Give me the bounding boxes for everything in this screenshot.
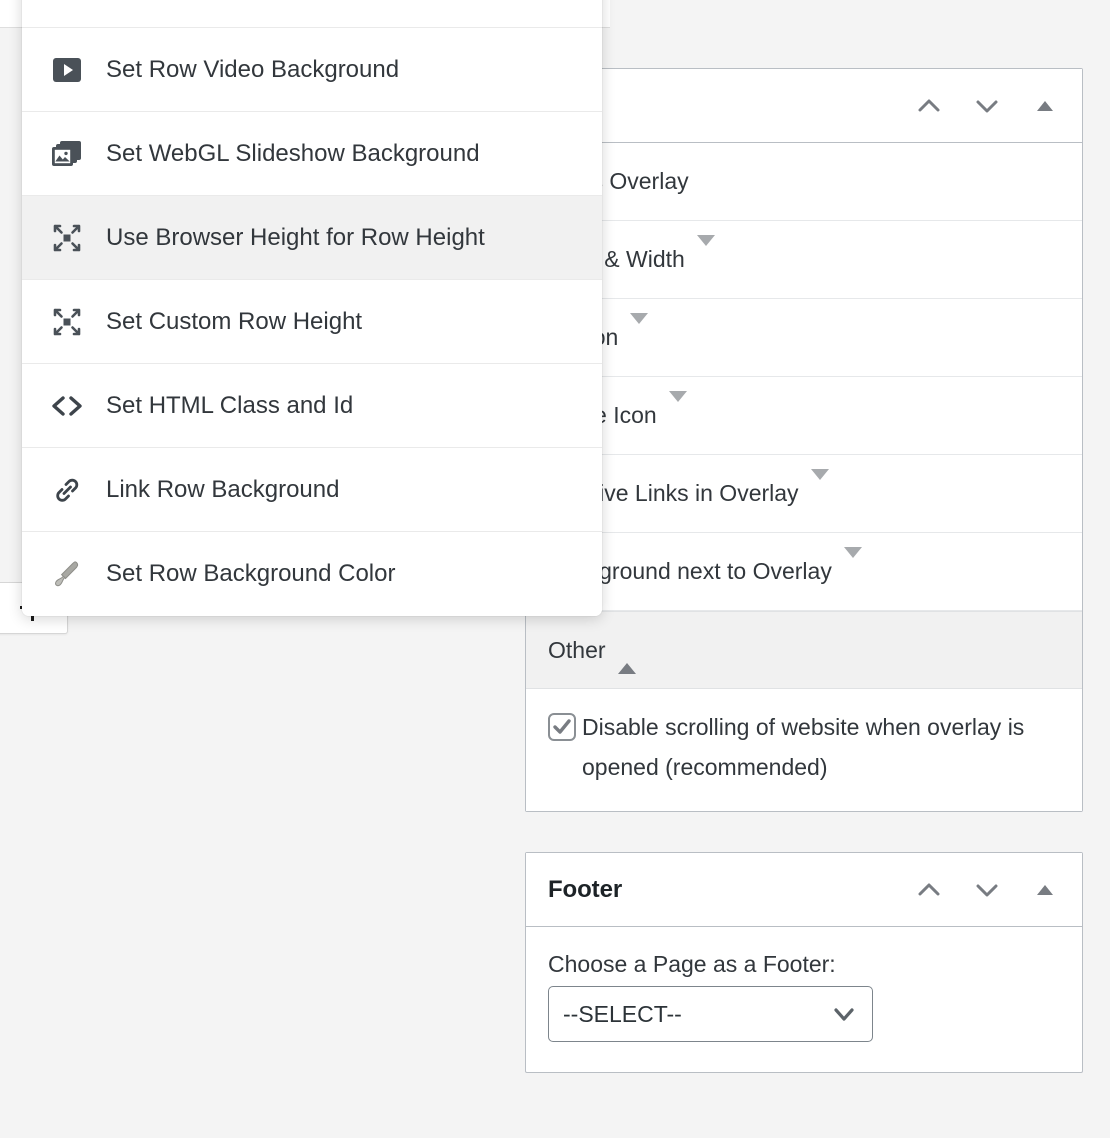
menu-item-set-right-row-image-background[interactable]: Set Right Row Image Background	[22, 0, 602, 28]
footer-panel-header-actions	[914, 875, 1060, 905]
menu-item-label: Set Custom Row Height	[106, 308, 362, 336]
menu-item-label: Set Row Background Color	[106, 560, 395, 588]
collapse-icon[interactable]	[1030, 875, 1060, 905]
disable-scrolling-checkbox[interactable]	[548, 713, 576, 741]
paint-brush-icon	[50, 557, 84, 591]
overlay-option-hide-active-links[interactable]: e Active Links in Overlay	[526, 455, 1082, 533]
chevron-down-icon	[811, 480, 829, 507]
menu-item-set-row-video-background[interactable]: Set Row Video Background	[22, 28, 602, 112]
footer-settings-panel: Footer Choose a Page as a Footer: --SELE…	[525, 852, 1083, 1073]
expand-arrows-icon	[50, 305, 84, 339]
overlay-settings-panel: rlay se as Overlay ation & Width	[525, 68, 1083, 812]
menu-item-label: Set WebGL Slideshow Background	[106, 140, 480, 168]
overlay-panel-title: rlay	[548, 92, 914, 120]
code-brackets-icon	[50, 389, 84, 423]
overlay-option-close-icon[interactable]: Close Icon	[526, 377, 1082, 455]
overlay-disable-scrolling-row: Disable scrolling of website when overla…	[526, 689, 1082, 811]
collapse-icon[interactable]	[1030, 91, 1060, 121]
row-settings-context-menu: Set Right Row Image Background Set Row V…	[22, 0, 602, 616]
overlay-option-background-next-to-overlay[interactable]: Background next to Overlay	[526, 533, 1082, 611]
menu-item-use-browser-height-for-row-height[interactable]: Use Browser Height for Row Height	[22, 196, 602, 280]
footer-panel-title: Footer	[548, 876, 914, 904]
menu-item-label: Set Row Video Background	[106, 56, 399, 84]
move-up-icon[interactable]	[914, 875, 944, 905]
expand-arrows-icon	[50, 221, 84, 255]
screen-root: rlay se as Overlay ation & Width	[0, 0, 1110, 1138]
menu-item-label: Set HTML Class and Id	[106, 392, 353, 420]
menu-item-set-html-class-and-id[interactable]: Set HTML Class and Id	[22, 364, 602, 448]
chevron-down-icon	[697, 246, 715, 273]
chevron-down-icon	[830, 1000, 858, 1028]
footer-page-select[interactable]: --SELECT--	[548, 986, 873, 1042]
move-down-icon[interactable]	[972, 875, 1002, 905]
chevron-down-icon	[844, 558, 862, 585]
footer-page-label: Choose a Page as a Footer:	[548, 951, 1060, 978]
section-label: Other	[548, 637, 606, 664]
move-down-icon[interactable]	[972, 91, 1002, 121]
menu-item-set-custom-row-height[interactable]: Set Custom Row Height	[22, 280, 602, 364]
footer-page-select-value: --SELECT--	[563, 1001, 830, 1028]
footer-panel-header: Footer	[526, 853, 1082, 927]
chevron-down-icon	[630, 324, 648, 351]
overlay-option-header-icon[interactable]: er Icon	[526, 299, 1082, 377]
menu-item-label: Link Row Background	[106, 476, 339, 504]
menu-item-set-webgl-slideshow-background[interactable]: Set WebGL Slideshow Background	[22, 112, 602, 196]
chevron-up-icon	[618, 637, 636, 664]
menu-item-link-row-background[interactable]: Link Row Background	[22, 448, 602, 532]
link-chain-icon	[50, 473, 84, 507]
move-up-icon[interactable]	[914, 91, 944, 121]
disable-scrolling-label: Disable scrolling of website when overla…	[582, 707, 1060, 787]
footer-panel-body: Choose a Page as a Footer: --SELECT--	[526, 927, 1082, 1072]
chevron-down-icon	[669, 402, 687, 429]
overlay-option-use-as-overlay[interactable]: se as Overlay	[526, 143, 1082, 221]
overlay-panel-header-actions	[914, 91, 1060, 121]
menu-item-label: Use Browser Height for Row Height	[106, 224, 485, 252]
image-icon	[50, 0, 84, 3]
overlay-section-other[interactable]: Other	[526, 611, 1082, 689]
video-play-icon	[50, 53, 84, 87]
slideshow-images-icon	[50, 137, 84, 171]
overlay-option-animation-width[interactable]: ation & Width	[526, 221, 1082, 299]
menu-item-set-row-background-color[interactable]: Set Row Background Color	[22, 532, 602, 616]
overlay-panel-header: rlay	[526, 69, 1082, 143]
overlay-panel-body: se as Overlay ation & Width er Icon Clos…	[526, 143, 1082, 811]
